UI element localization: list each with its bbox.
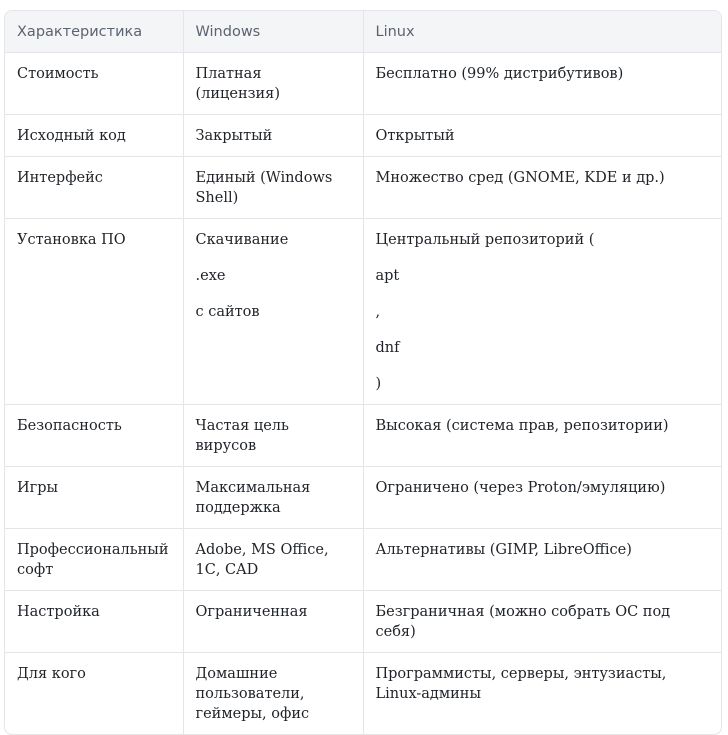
table-body: Стоимость Платная (лицензия) Бесплатно (99… bbox=[5, 52, 721, 734]
cell-linux-text: Ограничено (через Proton/эмуляцию) bbox=[375, 480, 666, 496]
cell-feature: Безопасность bbox=[5, 404, 183, 467]
cell-linux-text: Бесплатно (99% дистрибутивов) bbox=[375, 66, 624, 82]
cell-linux-text: Центральный репозиторий ( bbox=[375, 232, 595, 248]
cell-windows: Скачивание .exe с сайтов bbox=[182, 218, 363, 405]
cell-linux-text: , bbox=[375, 304, 381, 320]
header-windows: Windows bbox=[182, 11, 363, 53]
cell-linux-text: Безграничная (можно собрать ОС под себя) bbox=[375, 604, 671, 640]
cell-windows-text: Максимальная поддержка bbox=[195, 480, 311, 516]
cell-windows-text: Платная (лицензия) bbox=[195, 66, 280, 102]
table-row: Профессиональный софт Adobe, MS Office, 1… bbox=[5, 528, 721, 591]
cell-windows-text: с сайтов bbox=[195, 304, 260, 320]
cell-windows: Частая цель вирусов bbox=[182, 404, 363, 467]
cell-feature: Для кого bbox=[5, 652, 183, 734]
cell-windows-text: Частая цель вирусов bbox=[195, 418, 289, 454]
cell-linux-text: Открытый bbox=[375, 128, 455, 144]
cell-linux-text: ) bbox=[375, 376, 382, 392]
cell-windows: Закрытый bbox=[182, 114, 363, 157]
cell-linux-text: Альтернативы (GIMP, LibreOffice) bbox=[375, 542, 632, 558]
table-row: Игры Максимальная поддержка Ограничено (че… bbox=[5, 466, 721, 529]
header-feature: Характеристика bbox=[5, 11, 183, 53]
cell-linux-text: Программисты, серверы, энтузиасты, Linux… bbox=[375, 666, 667, 702]
cell-feature: Интерфейс bbox=[5, 156, 183, 219]
cell-feature: Настройка bbox=[5, 590, 183, 653]
table-row: Для кого Домашние пользователи, геймеры, … bbox=[5, 652, 721, 734]
table-row: Исходный код Закрытый Открытый bbox=[5, 114, 721, 157]
cell-feature: Стоимость bbox=[17, 66, 99, 82]
cell-windows-text: .exe bbox=[195, 268, 226, 284]
table-row: Интерфейс Единый (Windows Shell) Множество… bbox=[5, 156, 721, 219]
table-row: Настройка Ограниченная Безграничная (можно… bbox=[5, 590, 721, 653]
cell-feature: Профессиональный софт bbox=[5, 528, 183, 591]
cell-linux: Открытый bbox=[362, 114, 721, 157]
cell-linux: Множество сред (GNOME, KDE и др.) bbox=[362, 156, 721, 219]
cell-linux: Высокая (система прав, репозитории) bbox=[362, 404, 721, 467]
cell-feature: Исходный код bbox=[5, 114, 183, 157]
table-row: Установка ПО Скачивание .exe с сайтов Центра… bbox=[5, 218, 721, 405]
cell-feature: Установка ПО bbox=[5, 218, 183, 405]
cell-windows-text: Закрытый bbox=[195, 128, 273, 144]
cell-windows-text: Adobe, MS Office, 1С, CAD bbox=[195, 542, 329, 578]
cell-linux: Центральный репозиторий ( apt, dnf) bbox=[362, 218, 721, 405]
cell-windows: Ограниченная bbox=[182, 590, 363, 653]
cell-windows-text: Скачивание bbox=[195, 232, 289, 248]
cell-linux-text: Множество сред (GNOME, KDE и др.) bbox=[375, 170, 665, 186]
cell-linux: Альтернативы (GIMP, LibreOffice) bbox=[362, 528, 721, 591]
cell-linux: Бесплатно (99% дистрибутивов) bbox=[362, 52, 721, 115]
cell-windows: Единый (Windows Shell) bbox=[182, 156, 363, 219]
comparison-table-container: Характеристика Windows Linux Стоимость Пл… bbox=[4, 10, 722, 735]
table-row: Безопасность Частая цель вирусов Высокая (… bbox=[5, 404, 721, 467]
header-linux: Linux bbox=[362, 11, 721, 53]
comparison-table: Характеристика Windows Linux Стоимость Пл… bbox=[5, 11, 721, 734]
cell-linux-text: Высокая (система прав, репозитории) bbox=[375, 418, 669, 434]
cell-windows-text: Домашние пользователи, геймеры, офис bbox=[195, 666, 310, 722]
cell-linux-text: dnf bbox=[375, 340, 400, 356]
cell-windows: Домашние пользователи, геймеры, офис bbox=[182, 652, 363, 734]
cell-windows-text: Единый (Windows Shell) bbox=[195, 170, 333, 206]
cell-feature: Игры bbox=[5, 466, 183, 529]
cell-linux-text: apt bbox=[375, 268, 400, 284]
cell-windows: Максимальная поддержка bbox=[182, 466, 363, 529]
table-row: Стоимость Платная (лицензия) Бесплатно (99… bbox=[5, 52, 721, 115]
cell-windows: Adobe, MS Office, 1С, CAD bbox=[182, 528, 363, 591]
cell-linux: Программисты, серверы, энтузиасты, Linux… bbox=[362, 652, 721, 734]
cell-linux: Ограничено (через Proton/эмуляцию) bbox=[362, 466, 721, 529]
cell-windows: Платная (лицензия) bbox=[182, 52, 363, 115]
cell-windows-text: Ограниченная bbox=[195, 604, 308, 620]
cell-linux: Безграничная (можно собрать ОС под себя) bbox=[362, 590, 721, 653]
table-header-row: Характеристика Windows Linux bbox=[5, 11, 721, 53]
